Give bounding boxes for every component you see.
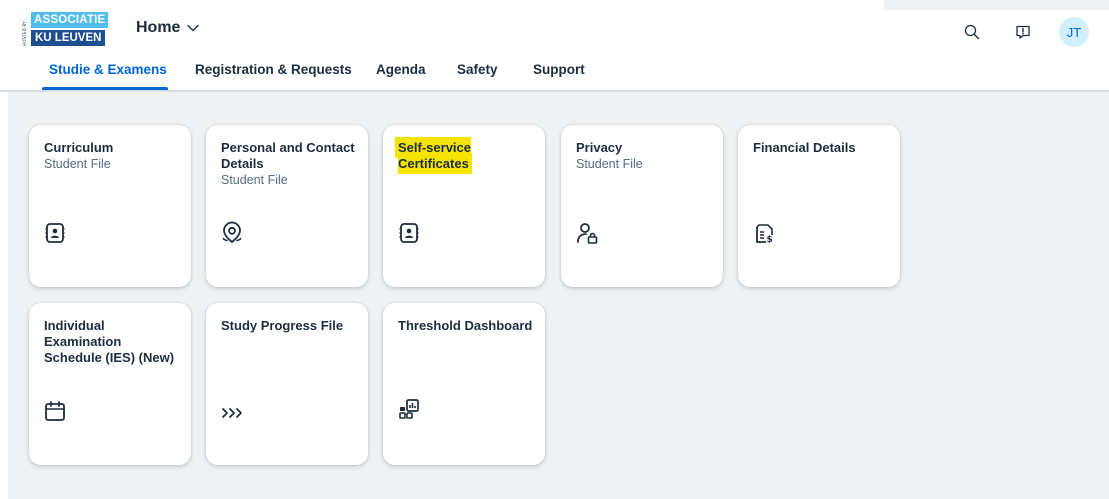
tile-area: Curriculum Student File Personal and Con…: [8, 92, 1109, 499]
ku-leuven-logo[interactable]: HOSTED BY ASSOCIATIE KU LEUVEN: [22, 12, 112, 46]
tile-subtitle: Student File: [44, 157, 111, 171]
tile-personal-contact-details[interactable]: Personal and Contact Details Student Fil…: [206, 125, 368, 287]
tile-privacy[interactable]: Privacy Student File: [561, 125, 723, 287]
calendar-icon: [43, 399, 67, 423]
search-icon: [964, 24, 980, 40]
triple-chevron-right-icon: [220, 401, 244, 425]
logo-line-associatie: ASSOCIATIE: [31, 12, 109, 28]
active-tab-indicator: [42, 87, 168, 90]
shell-actions: JT: [869, 17, 1109, 47]
tab-safety[interactable]: Safety: [457, 62, 498, 77]
tile-self-service-certificates[interactable]: Self-service Certificates: [383, 125, 545, 287]
tile-curriculum[interactable]: Curriculum Student File: [29, 125, 191, 287]
tile-threshold-dashboard[interactable]: Threshold Dashboard: [383, 303, 545, 465]
tab-registration-requests[interactable]: Registration & Requests: [195, 62, 352, 77]
tile-title: Self-service Certificates: [398, 140, 533, 172]
logo-line-ku-leuven: KU LEUVEN: [31, 30, 106, 46]
contact-card-icon: [397, 221, 421, 245]
user-avatar[interactable]: JT: [1059, 17, 1089, 47]
shell-bar-strip: [884, 0, 1109, 10]
tile-title: Individual Examination Schedule (IES) (N…: [44, 318, 175, 365]
svg-text:$: $: [767, 235, 773, 245]
location-pin-icon: [220, 221, 244, 245]
chevron-down-icon: [187, 24, 200, 32]
search-button[interactable]: [957, 17, 987, 47]
documents-dollar-icon: $: [752, 221, 776, 245]
tile-title: Financial Details: [753, 140, 856, 155]
shell-bar: HOSTED BY ASSOCIATIE KU LEUVEN Home JT: [0, 0, 1109, 52]
tile-title: Study Progress File: [221, 318, 344, 333]
contact-card-icon: [43, 221, 67, 245]
user-lock-icon: [575, 221, 599, 245]
tab-support[interactable]: Support: [533, 62, 585, 77]
tile-title: Threshold Dashboard: [398, 318, 533, 333]
feedback-icon: [1016, 25, 1030, 39]
tile-title: Personal and Contact Details Student Fil…: [221, 140, 355, 187]
tab-studie-examens[interactable]: Studie & Examens: [49, 62, 167, 77]
tile-title: Privacy Student File: [576, 140, 711, 172]
logo-hosted-by-text: HOSTED BY: [22, 21, 27, 46]
tile-title: Curriculum Student File: [44, 140, 179, 172]
tile-subtitle: Student File: [576, 157, 643, 171]
feedback-button[interactable]: [1008, 17, 1038, 47]
tile-financial-details[interactable]: Financial Details $: [738, 125, 900, 287]
tile-individual-examination-schedule[interactable]: Individual Examination Schedule (IES) (N…: [29, 303, 191, 465]
home-menu-label: Home: [136, 19, 181, 36]
tile-subtitle: Student File: [221, 173, 288, 187]
dashboard-icon: [397, 397, 421, 421]
tile-study-progress-file[interactable]: Study Progress File: [206, 303, 368, 465]
highlighted-title: Self-service Certificates: [398, 140, 471, 171]
home-menu-button[interactable]: Home: [136, 19, 200, 37]
tab-bar: Studie & Examens Registration & Requests…: [0, 52, 1109, 92]
tab-agenda[interactable]: Agenda: [376, 62, 426, 77]
